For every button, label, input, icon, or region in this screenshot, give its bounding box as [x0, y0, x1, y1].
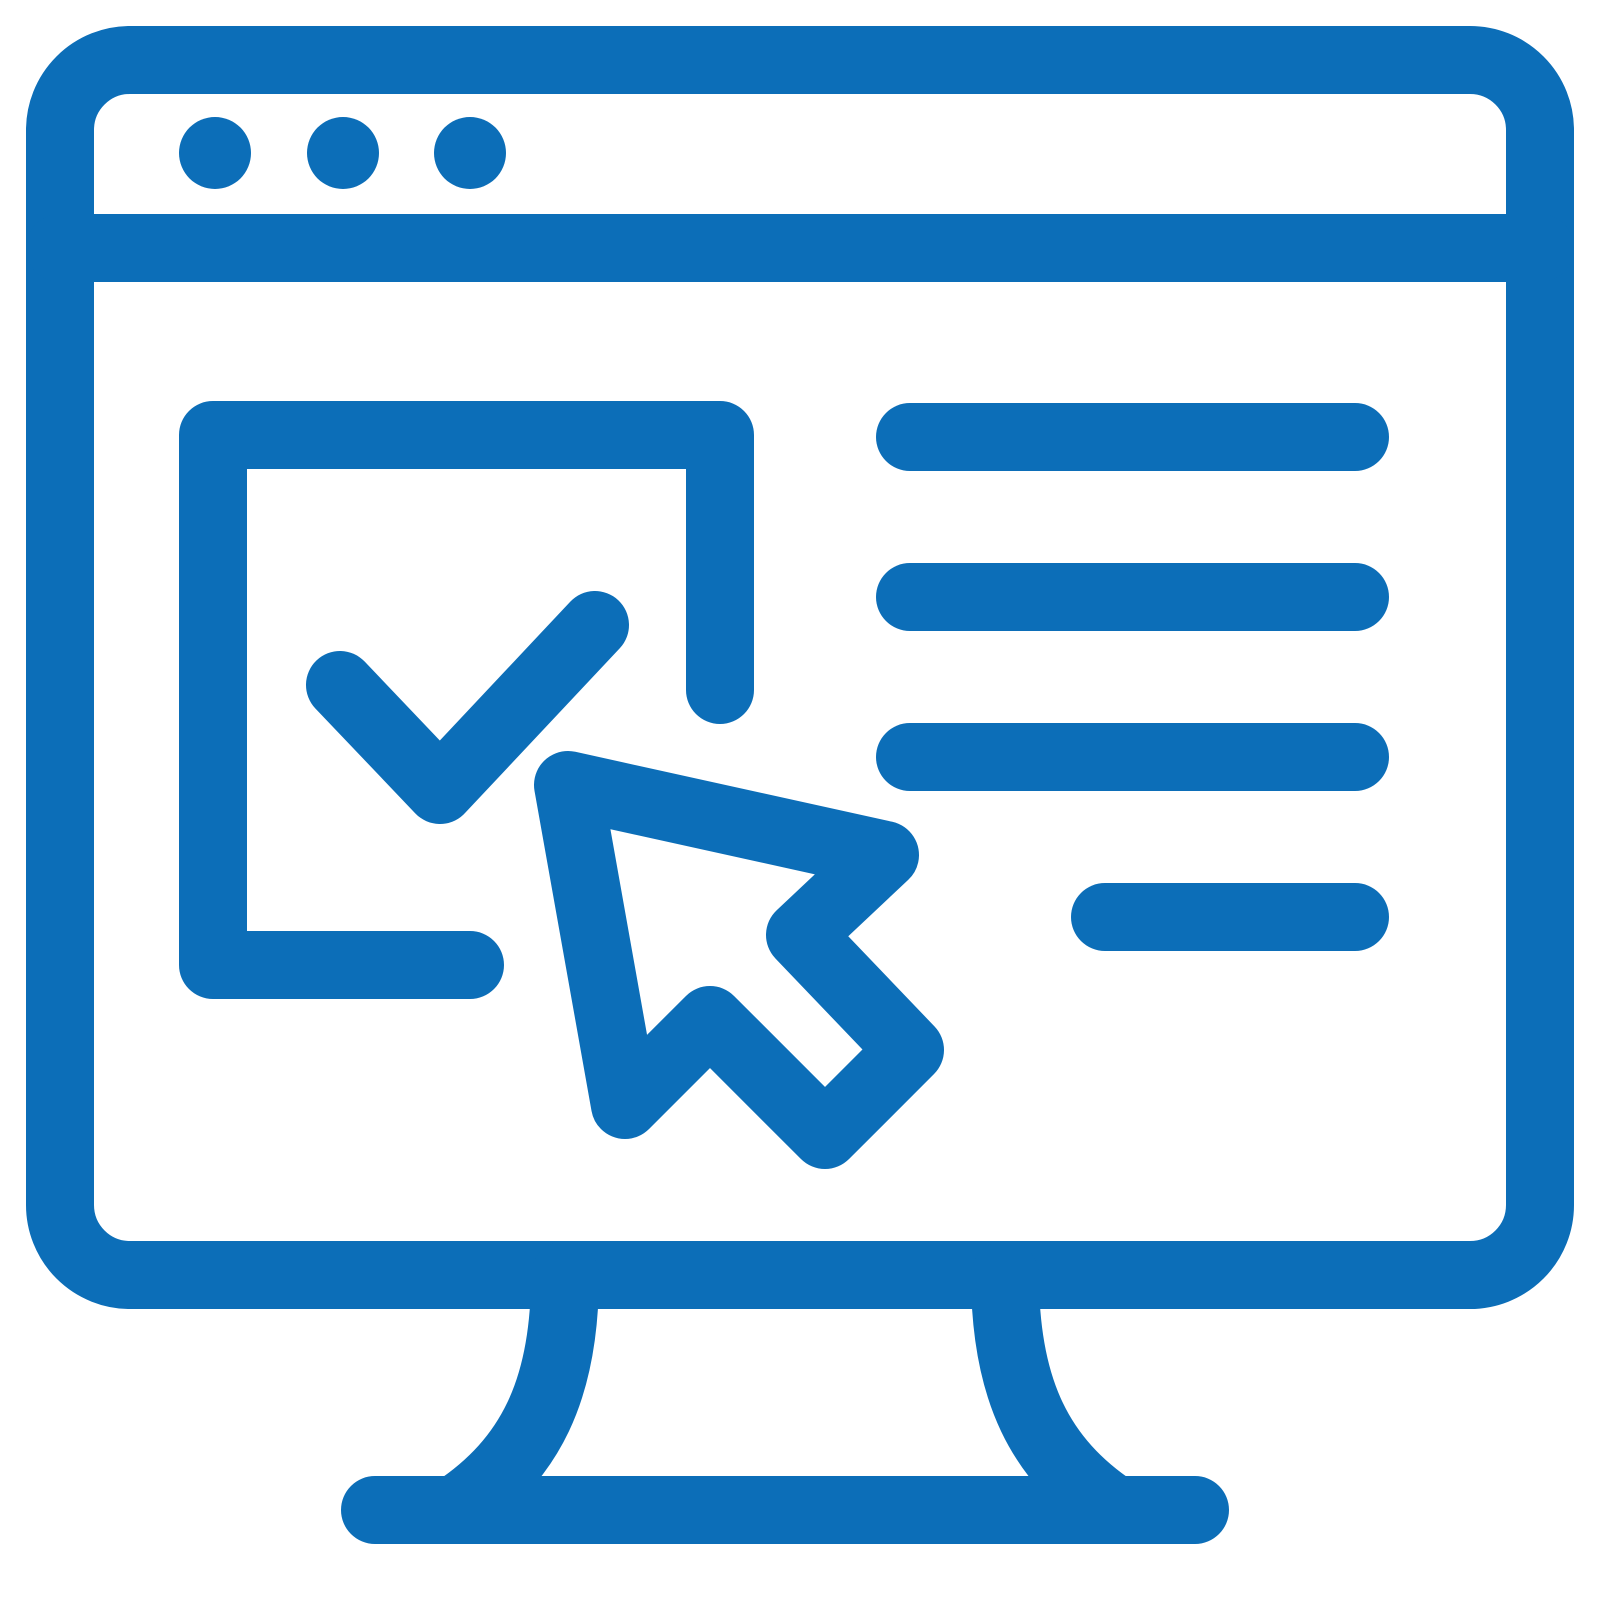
computer-monitor-click-icon	[26, 26, 1574, 1544]
monitor-click-illustration	[0, 0, 1600, 1600]
mouse-pointer-icon	[534, 751, 944, 1169]
text-lines-icon	[876, 403, 1389, 951]
monitor-stand-icon	[341, 1241, 1229, 1544]
browser-dot-icon	[434, 117, 506, 189]
browser-dots-icon	[179, 117, 506, 189]
browser-dot-icon	[307, 117, 379, 189]
browser-dot-icon	[179, 117, 251, 189]
checkbox-icon	[179, 401, 754, 999]
